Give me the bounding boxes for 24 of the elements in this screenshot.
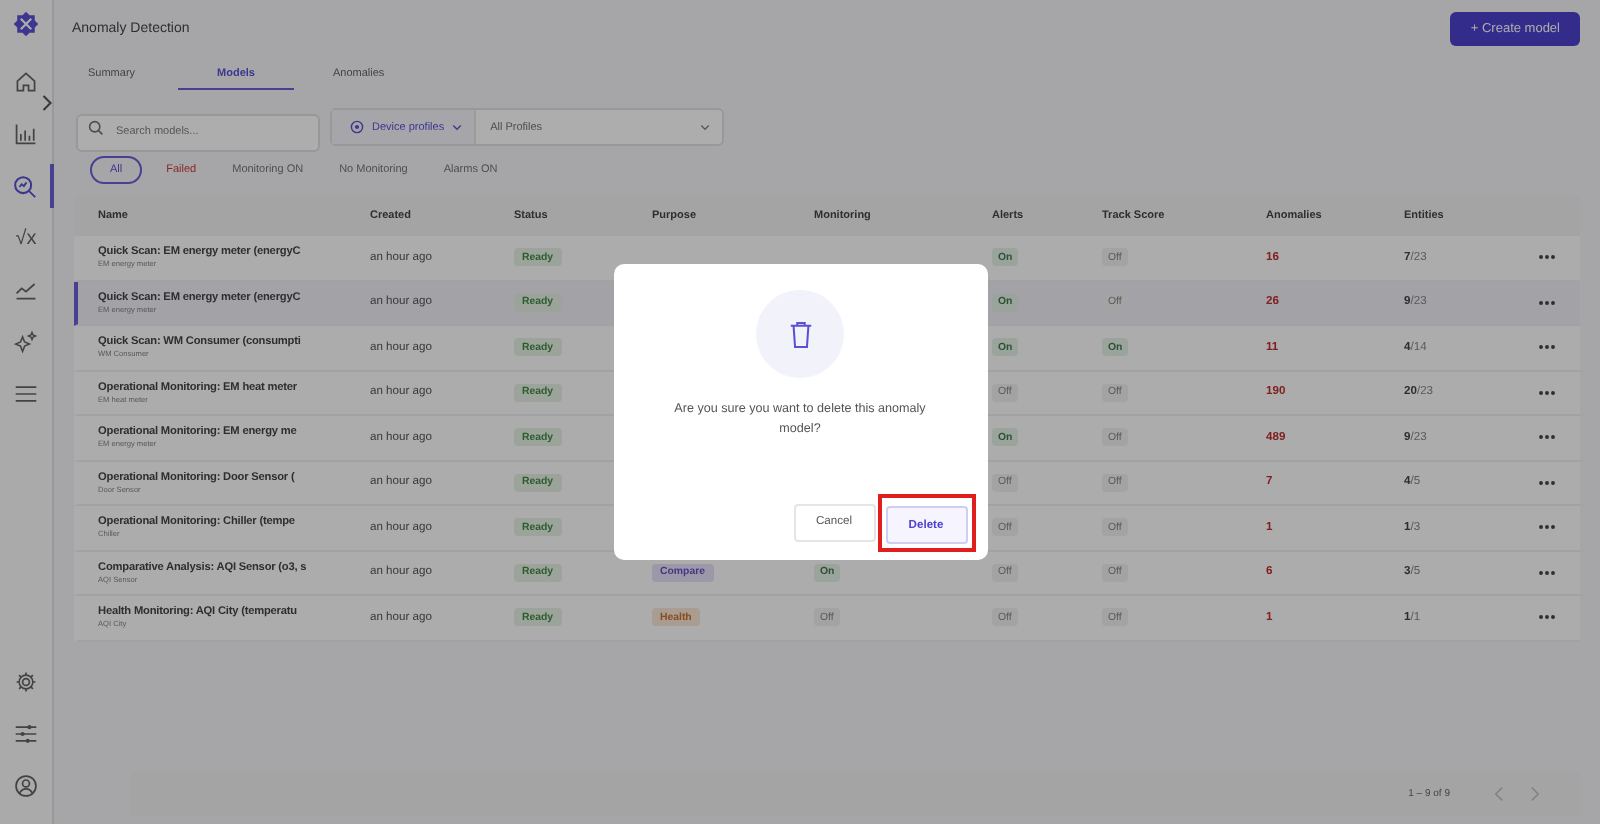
more-icon[interactable] [1538,479,1556,486]
more-icon[interactable] [1538,569,1556,576]
more-icon[interactable] [1538,524,1556,531]
user-icon [14,774,38,798]
trash-icon [787,319,813,349]
trend-icon [14,278,38,302]
menu-icon [14,382,38,406]
search-icon [88,119,104,135]
logo-icon [12,10,40,38]
sidebar-item[interactable]: √x [0,216,53,260]
search-icon [11,173,37,199]
more-icon[interactable] [1538,344,1556,351]
settings-icon [14,670,38,694]
more-icon[interactable] [1538,614,1556,621]
formula-icon: √x [15,227,37,249]
more-icon[interactable] [1538,389,1556,396]
more-icon[interactable] [1538,254,1556,261]
more-icon[interactable] [1538,434,1556,441]
bar-chart-icon [14,122,38,146]
sliders-icon [14,722,38,746]
chevron-right-icon[interactable] [40,94,54,112]
home-icon [14,70,38,94]
more-icon[interactable] [1538,299,1556,306]
sparkle-icon [14,330,38,354]
